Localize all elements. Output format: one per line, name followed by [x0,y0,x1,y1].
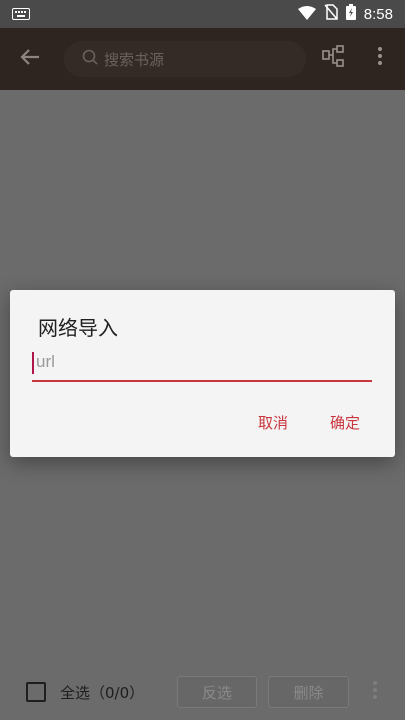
status-bar: 8:58 [0,0,405,28]
ok-button[interactable]: 确定 [330,412,360,433]
search-input[interactable]: 搜索书源 [64,41,306,77]
cancel-button[interactable]: 取消 [258,412,288,433]
toolbar: 搜索书源 [0,28,405,90]
more-vert-icon [377,46,383,70]
select-all-label[interactable]: 全选（0/0） [60,682,144,703]
select-all-checkbox[interactable] [26,682,46,702]
search-icon [82,49,98,69]
dialog-title: 网络导入 [38,316,118,340]
bottom-bar: 全选（0/0） 反选 删除 [0,670,405,720]
text-cursor [32,352,34,374]
group-icon [322,45,344,71]
wifi-icon [297,5,316,24]
invert-selection-button[interactable]: 反选 [177,676,257,708]
back-button[interactable] [0,28,60,90]
more-button[interactable] [366,43,394,73]
network-import-dialog: 网络导入 url 取消 确定 [10,290,395,457]
keyboard-icon [12,5,30,24]
search-placeholder: 搜索书源 [104,50,165,69]
more-vert-icon [372,680,378,704]
group-button[interactable] [318,43,348,73]
no-sim-icon [324,4,338,24]
url-input-underline [32,380,372,382]
url-input[interactable]: url [32,348,372,384]
battery-icon [345,4,356,24]
bottom-more-button[interactable] [366,680,384,704]
url-placeholder: url [36,352,55,371]
status-time: 8:58 [363,5,393,23]
delete-button[interactable]: 删除 [268,676,349,708]
back-arrow-icon [20,48,40,70]
